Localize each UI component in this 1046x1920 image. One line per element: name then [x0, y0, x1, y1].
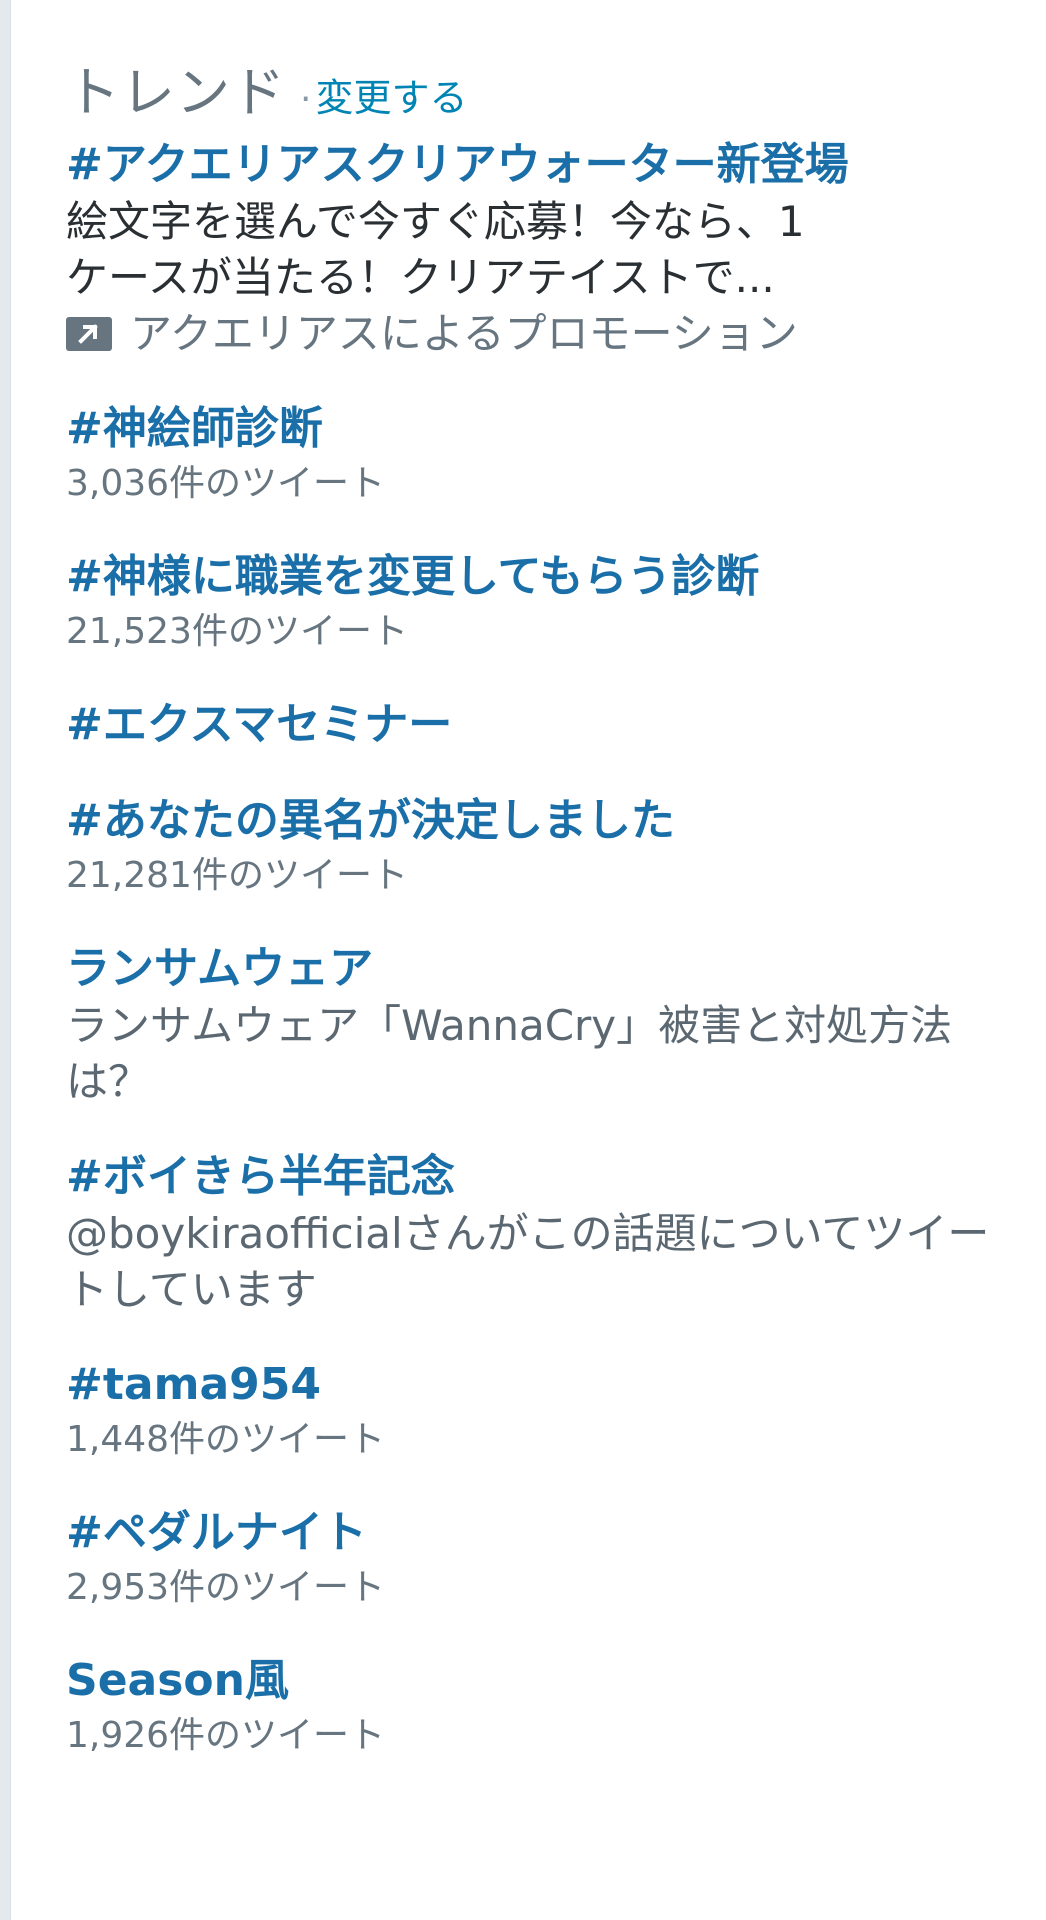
- trend-tweet-count: 21,281件のツイート: [66, 855, 408, 896]
- promoted-text: アクエリアスによるプロモーション: [130, 309, 798, 358]
- trend-item[interactable]: #あなたの異名が決定しました 21,281件のツイート: [66, 792, 1006, 902]
- trend-description: 絵文字を選んで今すぐ応募！今なら、1: [66, 197, 805, 246]
- trend-name[interactable]: #神絵師診断: [66, 400, 1006, 458]
- trend-item[interactable]: ランサムウェア ランサムウェア「WannaCry」被害と対処方法 は？: [66, 940, 1006, 1110]
- trend-tweet-count: 2,953件のツイート: [66, 1567, 386, 1608]
- change-trends-link[interactable]: 変更する: [315, 67, 467, 122]
- trends-title: トレンド: [66, 61, 286, 124]
- trend-name[interactable]: #アクエリアスクリアウォーター新登場: [66, 136, 1006, 194]
- trend-tweet-count: 1,926件のツイート: [66, 1715, 386, 1756]
- promoted-arrow-icon: [66, 317, 112, 351]
- trend-description: トしています: [66, 1265, 317, 1314]
- trend-tweet-count: 3,036件のツイート: [66, 463, 386, 504]
- trend-description: ケースが当たる！クリアテイストで...: [66, 253, 775, 302]
- trend-item[interactable]: #ペダルナイト 2,953件のツイート: [66, 1504, 1006, 1614]
- trend-item[interactable]: #神絵師診断 3,036件のツイート: [66, 400, 1006, 510]
- left-border: [0, 0, 11, 1920]
- trend-item[interactable]: #神様に職業を変更してもらう診断 21,523件のツイート: [66, 548, 1006, 658]
- trend-item[interactable]: #ボイきら半年記念 @boykiraofficialさんがこの話題についてツイー…: [66, 1148, 1006, 1318]
- promoted-label: アクエリアスによるプロモーション: [66, 306, 1006, 362]
- trend-name[interactable]: #神様に職業を変更してもらう診断: [66, 548, 1006, 606]
- trend-item[interactable]: Season風 1,926件のツイート: [66, 1652, 1006, 1762]
- trend-name[interactable]: #ペダルナイト: [66, 1504, 1006, 1562]
- trends-panel: トレンド · 変更する #アクエリアスクリアウォーター新登場 絵文字を選んで今す…: [66, 48, 1006, 1762]
- header-separator: ·: [300, 79, 312, 120]
- trend-name[interactable]: #tama954: [66, 1356, 1006, 1414]
- trend-description: @boykiraofficialさんがこの話題についてツイー: [66, 1209, 990, 1258]
- trend-tweet-count: 1,448件のツイート: [66, 1419, 386, 1460]
- trend-name[interactable]: ランサムウェア: [66, 940, 1006, 998]
- trend-item[interactable]: #tama954 1,448件のツイート: [66, 1356, 1006, 1466]
- trend-name[interactable]: #ボイきら半年記念: [66, 1148, 1006, 1206]
- trend-name[interactable]: #あなたの異名が決定しました: [66, 792, 1006, 850]
- trend-description: は？: [66, 1057, 151, 1106]
- trend-name[interactable]: Season風: [66, 1652, 1006, 1710]
- trend-item-promoted[interactable]: #アクエリアスクリアウォーター新登場 絵文字を選んで今すぐ応募！今なら、1 ケー…: [66, 136, 1006, 362]
- trend-description: ランサムウェア「WannaCry」被害と対処方法: [66, 1001, 953, 1050]
- trend-item[interactable]: #エクスマセミナー: [66, 696, 1006, 754]
- trend-name[interactable]: #エクスマセミナー: [66, 696, 1006, 754]
- trend-tweet-count: 21,523件のツイート: [66, 611, 408, 652]
- trends-header: トレンド · 変更する: [66, 48, 1006, 128]
